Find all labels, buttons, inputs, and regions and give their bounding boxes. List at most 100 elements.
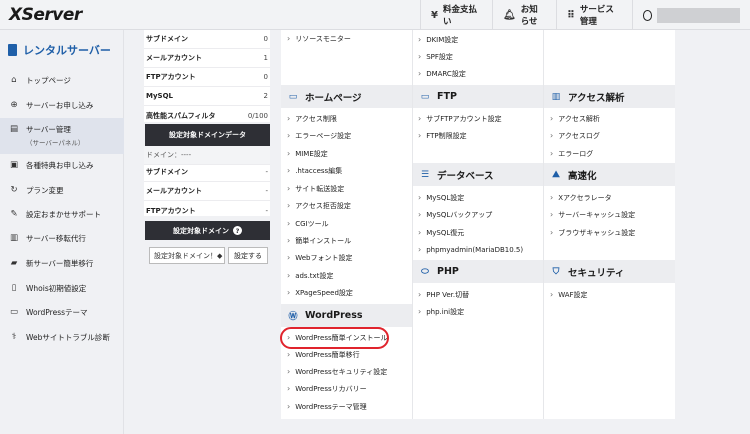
- menu-item[interactable]: .htaccess編集: [287, 166, 342, 176]
- highlight-circle: [280, 327, 389, 349]
- menu-item[interactable]: ブラウザキャッシュ設定: [550, 228, 635, 238]
- menu-item[interactable]: DMARC設定: [418, 69, 466, 79]
- target-row: FTPアカウント -: [146, 206, 268, 215]
- usage-panel: サブドメイン 0 メールアカウント 1 FTPアカウント 0 MySQL 2 高性能スパ…: [144, 30, 270, 122]
- menu-item[interactable]: MySQLバックアップ: [418, 210, 492, 220]
- gift-icon: ▣: [9, 160, 19, 170]
- menu-item[interactable]: Xアクセラレータ: [550, 193, 611, 203]
- building-icon: ▥: [9, 233, 19, 243]
- menu-item[interactable]: MySQL復元: [418, 228, 464, 238]
- document-icon: ▯: [11, 283, 17, 293]
- usage-row: 高性能スパムフィルタ 0/100: [146, 111, 268, 120]
- database-icon: ☰: [420, 169, 430, 180]
- sidebar-item-wp-theme[interactable]: ▭ WordPressテーマ: [0, 302, 124, 322]
- book-icon: [8, 44, 17, 56]
- section-analytics: ▥ アクセス解析: [544, 85, 675, 108]
- menu-item[interactable]: DKIM設定: [418, 35, 458, 45]
- services-button[interactable]: ⠿ サービス管理: [556, 0, 632, 30]
- refresh-icon: ↻: [10, 185, 18, 195]
- usage-row: MySQL 2: [144, 87, 270, 106]
- sidebar-item-apply[interactable]: ⊕ サーバーお申し込み: [0, 95, 124, 115]
- yen-icon: ¥: [431, 9, 438, 21]
- usage-row: メールアカウント 1: [144, 49, 270, 68]
- sidebar-item-migration[interactable]: ▥ サーバー移転代行: [0, 228, 124, 248]
- bar-chart-icon: ▥: [551, 91, 561, 102]
- menu-item[interactable]: Webフォント設定: [287, 253, 352, 263]
- set-domain-button[interactable]: 設定する: [228, 247, 268, 264]
- truck-icon: ▰: [10, 258, 18, 268]
- section-homepage: ▭ ホームページ: [281, 85, 412, 108]
- menu-item[interactable]: エラーページ設定: [287, 131, 351, 141]
- notices-label: お知らせ: [520, 5, 538, 27]
- window-icon: ▭: [9, 307, 19, 317]
- menu-item[interactable]: ads.txt設定: [287, 271, 333, 281]
- server-icon: ▤: [9, 124, 19, 134]
- sidebar-item-whois[interactable]: ▯ Whois初期値設定: [0, 278, 124, 298]
- notices-button[interactable]: 🔔︎ お知らせ: [492, 0, 556, 30]
- account-menu[interactable]: [632, 0, 750, 30]
- sidebar-title: レンタルサーバー: [8, 42, 111, 58]
- sidebar-item-plan[interactable]: ↻ プラン変更: [0, 180, 124, 200]
- target-domain-panel: ドメイン：---- サブドメイン - メールアカウント - FTPアカウント -: [144, 146, 270, 216]
- menu-item[interactable]: WordPressセキュリティ設定: [287, 367, 387, 377]
- help-icon[interactable]: ?: [233, 226, 242, 235]
- menu-item[interactable]: アクセス拒否設定: [287, 201, 351, 211]
- sidebar-item-support[interactable]: ✎ 設定おまかせサポート: [0, 204, 124, 224]
- menu-item[interactable]: php.ini設定: [418, 307, 464, 317]
- target-domain-data-header: 設定対象ドメインデータ: [145, 124, 270, 146]
- target-row: サブドメイン -: [144, 163, 270, 182]
- section-database: ☰ データベース: [413, 163, 543, 186]
- menu-item[interactable]: エラーログ: [550, 149, 593, 159]
- sidebar-item-server-manage[interactable]: ▤ サーバー管理 （サーバーパネル）: [0, 118, 124, 154]
- menu-item[interactable]: XPageSpeed設定: [287, 288, 353, 298]
- menu-item[interactable]: MySQL設定: [418, 193, 464, 203]
- menu-item[interactable]: phpmyadmin(MariaDB10.5): [418, 245, 523, 254]
- menu-item[interactable]: WAF設定: [550, 290, 587, 300]
- stethoscope-icon: ⚕: [11, 332, 17, 342]
- section-speed: ⛰ 高速化: [544, 163, 675, 186]
- section-php: ⬭ PHP: [413, 260, 543, 283]
- section-ftp: ▭ FTP: [413, 85, 543, 108]
- menu-item[interactable]: サブFTPアカウント設定: [418, 114, 501, 124]
- menu-item[interactable]: WordPressリカバリー: [287, 384, 366, 394]
- menu-item[interactable]: アクセス制限: [287, 114, 337, 124]
- sidebar: レンタルサーバー ⌂ トップページ ⊕ サーバーお申し込み ▤ サーバー管理 （サーバー…: [0, 30, 124, 434]
- wrench-icon: ✎: [10, 209, 18, 219]
- menu-item[interactable]: サイト転送設定: [287, 184, 344, 194]
- sidebar-item-trouble[interactable]: ⚕ Webサイトトラブル診断: [0, 327, 124, 347]
- menu-item[interactable]: サーバーキャッシュ設定: [550, 210, 635, 220]
- menu-item[interactable]: PHP Ver.切替: [418, 290, 469, 300]
- plus-circle-icon: ⊕: [10, 100, 18, 110]
- services-label: サービス管理: [579, 5, 614, 27]
- menu-item[interactable]: FTP制限設定: [418, 131, 466, 141]
- menu-item[interactable]: MIME設定: [287, 149, 328, 159]
- sidebar-item-benefits[interactable]: ▣ 各種特典お申し込み: [0, 155, 124, 175]
- top-bar: XServer ¥ 料金支払い 🔔︎ お知らせ ⠿ サービス管理: [0, 0, 750, 30]
- sidebar-item-easy-move[interactable]: ▰ 新サーバー簡単移行: [0, 253, 124, 273]
- menu-item[interactable]: WordPress簡単移行: [287, 350, 359, 360]
- browser-icon: ▭: [288, 91, 298, 102]
- account-name-redacted: [657, 7, 740, 23]
- menu-item[interactable]: CGIツール: [287, 219, 328, 229]
- monitor-icon: ▭: [420, 91, 430, 102]
- menu-item[interactable]: アクセス解析: [550, 114, 600, 124]
- menu-item[interactable]: 簡単インストール: [287, 236, 351, 246]
- menu-item[interactable]: リソースモニター: [287, 34, 351, 44]
- grid-icon: ⠿: [567, 9, 575, 21]
- usage-row: FTPアカウント 0: [144, 68, 270, 87]
- home-icon: ⌂: [11, 75, 17, 85]
- section-wordpress: Ⓦ WordPress: [281, 304, 412, 327]
- shield-icon: ⛉: [552, 266, 560, 277]
- billing-button[interactable]: ¥ 料金支払い: [420, 0, 492, 30]
- xserver-logo[interactable]: XServer: [9, 5, 82, 25]
- menu-item[interactable]: WordPressテーマ管理: [287, 402, 366, 412]
- domain-select-header: 設定対象ドメイン?: [145, 221, 270, 240]
- section-security: ⛉ セキュリティ: [544, 260, 675, 283]
- domain-select[interactable]: 設定対象ドメイン！◆: [149, 247, 225, 264]
- user-icon: [643, 9, 653, 21]
- menu-item[interactable]: アクセスログ: [550, 131, 600, 141]
- menu-item[interactable]: SPF設定: [418, 52, 453, 62]
- wordpress-icon: Ⓦ: [288, 312, 298, 322]
- billing-label: 料金支払い: [442, 5, 477, 27]
- sidebar-item-top[interactable]: ⌂ トップページ: [0, 70, 124, 90]
